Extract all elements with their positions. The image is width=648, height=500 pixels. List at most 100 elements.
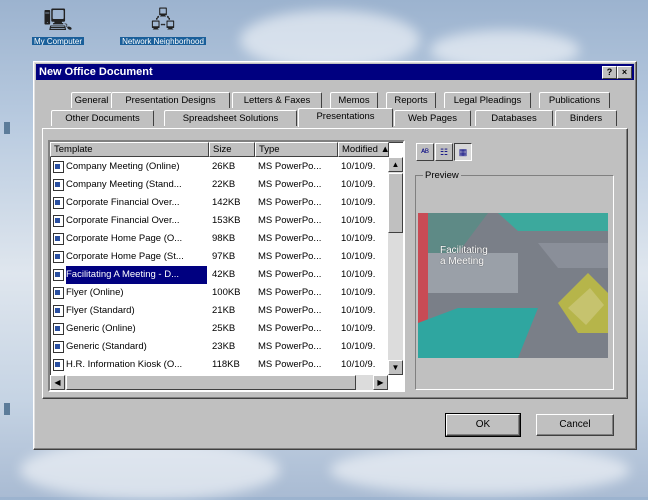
list-view-icon: ☷ (439, 147, 449, 157)
cell-size: 25KB (212, 323, 236, 334)
details-view-icon: ▦ (458, 147, 468, 157)
slide-graphic (418, 213, 608, 358)
list-item[interactable]: H.R. Information Kiosk (O... 118KB MS Powe… (52, 356, 384, 374)
list-item[interactable]: Corporate Financial Over... 142KB MS Power… (52, 194, 384, 212)
preview-slide-thumbnail: Facilitating a Meeting (418, 213, 608, 358)
cell-modified: 10/10/9. (341, 269, 376, 280)
list-item[interactable]: Generic (Standard) 23KB MS PowerPo... 10/10… (52, 338, 384, 356)
cell-type: MS PowerPo... (258, 215, 322, 226)
cell-modified: 10/10/9. (341, 215, 376, 226)
column-header-type[interactable]: Type (255, 142, 338, 157)
tab-spreadsheet-solutions[interactable]: Spreadsheet Solutions (164, 110, 297, 126)
desktop-icon-label: My Computer (31, 37, 84, 45)
cell-modified: 10/10/9. (341, 305, 376, 316)
details-view-button[interactable]: ▦ (454, 143, 472, 161)
list-item[interactable]: Generic (Online) 25KB MS PowerPo... 10/10/9… (52, 320, 384, 338)
cell-template: Flyer (Online) (66, 287, 124, 298)
column-header-size[interactable]: Size (209, 142, 255, 157)
tab-databases[interactable]: Databases (475, 110, 553, 126)
scroll-right-button[interactable]: ▶ (373, 375, 388, 390)
cell-template: Generic (Online) (66, 323, 136, 334)
cell-type: MS PowerPo... (258, 305, 322, 316)
new-office-document-dialog: New Office Document ? × General Presenta… (33, 61, 637, 450)
scroll-left-button[interactable]: ◀ (50, 375, 65, 390)
tab-general[interactable]: General (71, 92, 112, 108)
scroll-up-button[interactable]: ▲ (388, 157, 403, 172)
tab-presentation-designs[interactable]: Presentation Designs (111, 92, 230, 108)
slide-title-text: Facilitating a Meeting (440, 245, 488, 267)
desktop-icon-network[interactable]: 🖧 Network Neighborhood (120, 8, 206, 50)
cell-type: MS PowerPo... (258, 323, 322, 334)
desktop-icon-label: Network Neighborhood (120, 37, 206, 45)
list-item[interactable]: Company Meeting (Online) 26KB MS PowerPo..… (52, 158, 384, 176)
cell-size: 98KB (212, 233, 236, 244)
powerpoint-template-icon (53, 305, 64, 317)
cell-type: MS PowerPo... (258, 269, 322, 280)
powerpoint-template-icon (53, 161, 64, 173)
desktop-icon-my-computer[interactable]: 🖳 My Computer (28, 8, 88, 50)
tab-publications[interactable]: Publications (539, 92, 610, 108)
cell-modified: 10/10/9. (341, 341, 376, 352)
vertical-scrollbar[interactable]: ▲ ▼ (388, 157, 403, 375)
large-icons-view-button[interactable]: ᴬᴮ (416, 143, 434, 161)
help-button[interactable]: ? (602, 66, 617, 79)
template-list[interactable]: Template Size Type Modified ▲ Company Me… (48, 140, 405, 392)
powerpoint-template-icon (53, 341, 64, 353)
cancel-button[interactable]: Cancel (536, 414, 614, 436)
cell-template: Facilitating A Meeting - D... (66, 266, 207, 284)
scroll-down-button[interactable]: ▼ (388, 360, 403, 375)
list-item[interactable]: Facilitating A Meeting - D... 42KB MS Powe… (52, 266, 384, 284)
list-item[interactable]: Flyer (Standard) 21KB MS PowerPo... 10/10/9… (52, 302, 384, 320)
cell-modified: 10/10/9. (341, 233, 376, 244)
ok-button[interactable]: OK (445, 413, 521, 437)
list-item[interactable]: Corporate Home Page (O... 98KB MS PowerPo.… (52, 230, 384, 248)
cell-type: MS PowerPo... (258, 197, 322, 208)
cell-modified: 10/10/9. (341, 197, 376, 208)
cell-modified: 10/10/9. (341, 161, 376, 172)
tab-memos[interactable]: Memos (330, 92, 378, 108)
cell-type: MS PowerPo... (258, 287, 322, 298)
desktop-cloud (330, 445, 630, 495)
powerpoint-template-icon (53, 269, 64, 281)
network-icon: 🖧 (150, 7, 176, 32)
computer-icon: 🖳 (43, 7, 73, 32)
tab-legal-pleadings[interactable]: Legal Pleadings (444, 92, 531, 108)
cell-size: 118KB (212, 359, 240, 370)
cell-size: 42KB (212, 269, 236, 280)
cell-type: MS PowerPo... (258, 161, 322, 172)
tab-other-documents[interactable]: Other Documents (51, 110, 154, 126)
column-header-template[interactable]: Template (50, 142, 209, 157)
cell-type: MS PowerPo... (258, 233, 322, 244)
horizontal-scroll-thumb[interactable] (66, 375, 356, 390)
cell-modified: 10/10/9. (341, 179, 376, 190)
tab-reports[interactable]: Reports (386, 92, 436, 108)
list-item[interactable]: Corporate Home Page (St... 97KB MS PowerPo… (52, 248, 384, 266)
cell-modified: 10/10/9. (341, 359, 376, 370)
title-bar: New Office Document ? × (36, 64, 634, 80)
cell-modified: 10/10/9. (341, 323, 376, 334)
cell-size: 23KB (212, 341, 236, 352)
tab-letters-faxes[interactable]: Letters & Faxes (232, 92, 322, 108)
cell-template: Company Meeting (Online) (66, 161, 180, 172)
cell-template: Corporate Home Page (St... (66, 251, 184, 262)
close-button[interactable]: × (617, 66, 632, 79)
column-header-modified[interactable]: Modified ▲ (338, 142, 389, 157)
vertical-scroll-thumb[interactable] (388, 173, 403, 233)
tab-binders[interactable]: Binders (555, 110, 617, 126)
tab-presentations[interactable]: Presentations (298, 108, 393, 127)
cell-template: Company Meeting (Stand... (66, 179, 182, 190)
powerpoint-template-icon (53, 233, 64, 245)
tab-web-pages[interactable]: Web Pages (394, 110, 471, 126)
horizontal-scrollbar[interactable]: ◀ ▶ (50, 375, 388, 390)
list-item[interactable]: Corporate Financial Over... 153KB MS Power… (52, 212, 384, 230)
list-item[interactable]: Flyer (Online) 100KB MS PowerPo... 10/10/9. (52, 284, 384, 302)
cell-template: H.R. Information Kiosk (O... (66, 359, 183, 370)
cell-size: 22KB (212, 179, 236, 190)
cell-size: 100KB (212, 287, 241, 298)
list-view-button[interactable]: ☷ (435, 143, 453, 161)
list-item[interactable]: Company Meeting (Stand... 22KB MS PowerPo.… (52, 176, 384, 194)
cell-modified: 10/10/9. (341, 251, 376, 262)
dialog-title: New Office Document (39, 66, 153, 78)
cell-size: 153KB (212, 215, 241, 226)
preview-label: Preview (423, 170, 461, 181)
